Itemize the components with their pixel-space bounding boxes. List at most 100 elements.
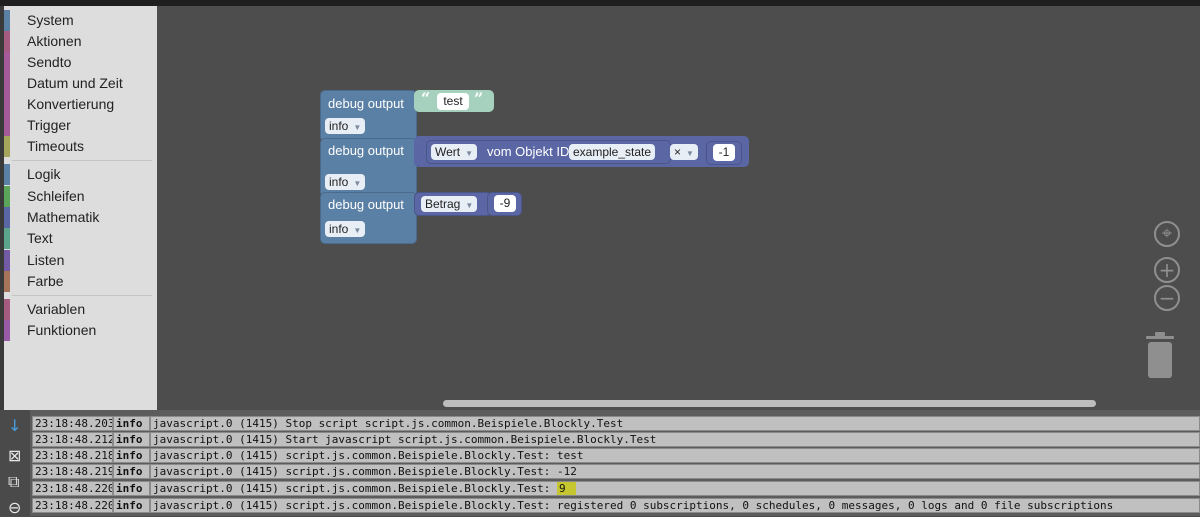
toolbox-category-timeouts[interactable]: Timeouts [4, 136, 157, 157]
log-row: 23:18:48.218 info javascript.0 (1415) sc… [32, 448, 1200, 463]
number-field[interactable]: -9 [494, 195, 516, 212]
zoom-out-icon: − [1158, 286, 1176, 310]
log-message: javascript.0 (1415) Start javascript scr… [150, 432, 1200, 447]
category-color-swatch [4, 164, 10, 185]
log-severity: info [113, 498, 150, 513]
log-level-dropdown[interactable]: info ▼ [325, 118, 366, 134]
category-label: Sendto [27, 54, 72, 70]
function-dropdown[interactable]: Betrag ▼ [421, 196, 478, 212]
toolbox-category-funktionen[interactable]: Funktionen [4, 320, 157, 341]
log-time: 23:18:48.220 [32, 481, 113, 496]
log-toolbar: ↓ ⊠ ⧉ ⊖ [0, 410, 30, 517]
toolbox-category-variablen[interactable]: Variablen [4, 299, 157, 320]
log-level-dropdown[interactable]: info ▼ [325, 174, 366, 190]
toolbox-category-logik[interactable]: Logik [4, 164, 157, 185]
log-row: 23:18:48.203 info javascript.0 (1415) St… [32, 416, 1200, 431]
number-block[interactable]: -1 [706, 141, 742, 165]
text-value-field[interactable]: test [437, 93, 469, 110]
category-color-swatch [4, 136, 10, 157]
debug-output-block-2[interactable]: debug output info ▼ [320, 138, 417, 197]
log-row: 23:18:48.220 info javascript.0 (1415) sc… [32, 498, 1200, 513]
open-quote-icon: “ [421, 89, 431, 108]
toolbox-category-listen[interactable]: Listen [4, 250, 157, 271]
number-field[interactable]: -1 [713, 144, 735, 161]
toolbox-category-sendto[interactable]: Sendto [4, 52, 157, 73]
trash-button[interactable] [1144, 332, 1176, 379]
math-arithmetic-block[interactable]: Wert ▼ vom Objekt ID example_state × ▼ -1 [414, 136, 749, 167]
close-quote-icon: ” [474, 89, 484, 108]
log-level-dropdown[interactable]: info ▼ [325, 221, 366, 237]
category-label: Aktionen [27, 33, 82, 49]
target-icon: ⌖ [1161, 223, 1173, 244]
dropdown-arrow-icon: ▼ [353, 123, 362, 132]
category-label: Variablen [27, 301, 86, 317]
get-object-value-block[interactable]: Wert ▼ vom Objekt ID example_state [426, 140, 671, 164]
scroll-down-icon[interactable]: ↓ [8, 416, 21, 435]
zoom-in-button[interactable]: + [1154, 257, 1180, 283]
log-level-value: info [329, 222, 349, 236]
horizontal-scrollbar[interactable] [443, 400, 1096, 407]
category-color-swatch [4, 10, 10, 31]
category-color-swatch [4, 207, 10, 228]
attribute-value: Wert [435, 145, 461, 159]
dropdown-arrow-icon: ▼ [353, 179, 362, 188]
operator-value: × [674, 145, 682, 159]
toolbox-category-schleifen[interactable]: Schleifen [4, 186, 157, 207]
log-row: 23:18:48.220 info javascript.0 (1415) sc… [32, 481, 1200, 496]
category-color-swatch [4, 228, 10, 249]
attribute-dropdown[interactable]: Wert ▼ [431, 144, 478, 160]
toolbox-separator [12, 160, 152, 161]
category-color-swatch [4, 31, 10, 52]
object-id-label: vom Objekt ID [487, 144, 570, 159]
center-workspace-button[interactable]: ⌖ [1154, 221, 1180, 247]
category-color-swatch [4, 52, 10, 73]
category-label: Logik [27, 166, 61, 182]
stop-icon[interactable]: ⊖ [8, 498, 21, 517]
debug-output-block-1[interactable]: debug output info ▼ [320, 90, 417, 142]
math-single-block[interactable]: Betrag ▼ [414, 192, 492, 216]
log-time: 23:18:48.218 [32, 448, 113, 463]
category-color-swatch [4, 186, 10, 207]
trash-icon [1146, 332, 1174, 378]
blockly-workspace[interactable]: debug output info ▼ “ test ” debug output… [157, 6, 1200, 410]
text-string-block[interactable]: “ test ” [414, 89, 494, 112]
dropdown-arrow-icon: ▼ [465, 201, 474, 210]
toolbox-category-datum-und-zeit[interactable]: Datum und Zeit [4, 73, 157, 94]
zoom-out-button[interactable]: − [1154, 285, 1180, 311]
category-color-swatch [4, 115, 10, 136]
log-row: 23:18:48.219 info javascript.0 (1415) sc… [32, 464, 1200, 479]
category-label: Farbe [27, 273, 64, 289]
operator-dropdown[interactable]: × ▼ [670, 144, 698, 160]
category-label: Mathematik [27, 209, 100, 225]
category-label: Timeouts [27, 138, 85, 154]
copy-log-icon[interactable]: ⧉ [8, 472, 19, 492]
toolbox-category-text[interactable]: Text [4, 228, 157, 249]
category-label: Trigger [27, 117, 71, 133]
toolbox-category-system[interactable]: System [4, 10, 157, 31]
log-severity: info [113, 481, 150, 496]
log-severity: info [113, 464, 150, 479]
debug-output-label: debug output [328, 96, 404, 111]
log-level-value: info [329, 175, 349, 189]
category-label: Schleifen [27, 188, 85, 204]
object-id-field[interactable]: example_state [569, 144, 656, 160]
debug-output-label: debug output [328, 143, 404, 158]
dropdown-arrow-icon: ▼ [353, 226, 362, 235]
debug-output-block-3[interactable]: debug output info ▼ [320, 192, 417, 244]
log-row: 23:18:48.212 info javascript.0 (1415) St… [32, 432, 1200, 447]
clear-log-icon[interactable]: ⊠ [8, 446, 21, 465]
category-label: Text [27, 230, 53, 246]
log-highlight: 9 [556, 482, 576, 495]
log-message: javascript.0 (1415) script.js.common.Bei… [150, 481, 1200, 496]
number-block[interactable]: -9 [487, 192, 522, 216]
toolbox-category-farbe[interactable]: Farbe [4, 271, 157, 292]
log-time: 23:18:48.203 [32, 416, 113, 431]
toolbox-category-konvertierung[interactable]: Konvertierung [4, 94, 157, 115]
log-severity: info [113, 416, 150, 431]
dropdown-arrow-icon: ▼ [686, 149, 694, 158]
toolbox-category-aktionen[interactable]: Aktionen [4, 31, 157, 52]
toolbox-category-mathematik[interactable]: Mathematik [4, 207, 157, 228]
category-color-swatch [4, 299, 10, 320]
toolbox-category-trigger[interactable]: Trigger [4, 115, 157, 136]
category-label: Konvertierung [27, 96, 115, 112]
